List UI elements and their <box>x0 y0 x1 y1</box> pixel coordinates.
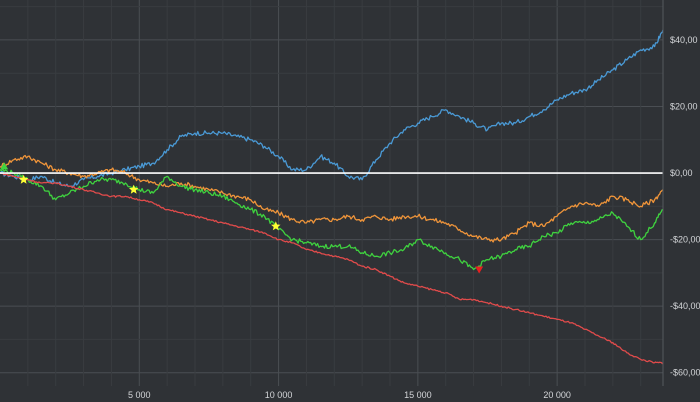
x-tick-label: 10 000 <box>265 390 293 400</box>
equity-line-chart: 5 000 10 000 15 000 20 000 $40,00 $20,00 $0,0… <box>0 0 700 402</box>
x-tick-label: 5 000 <box>128 390 151 400</box>
y-tick-label: $40,00 <box>670 35 698 45</box>
x-tick-label: 15 000 <box>404 390 432 400</box>
chart-background <box>0 0 700 402</box>
y-tick-label: $20,00 <box>670 101 698 111</box>
y-tick-label: -$60,00 <box>670 368 700 378</box>
y-tick-label: $0,00 <box>670 168 693 178</box>
y-tick-label: -$40,00 <box>670 301 700 311</box>
chart-container: 5 000 10 000 15 000 20 000 $40,00 $20,00 $0,0… <box>0 0 700 402</box>
y-tick-label: -$20,00 <box>670 235 700 245</box>
x-tick-label: 20 000 <box>543 390 571 400</box>
